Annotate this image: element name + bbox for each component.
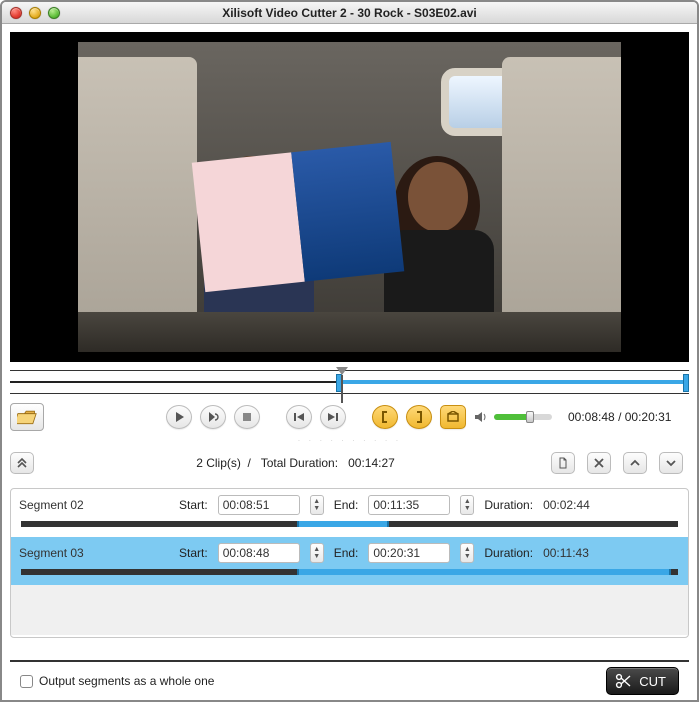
add-clip-icon <box>447 411 459 423</box>
open-file-button[interactable] <box>10 403 44 431</box>
bracket-end-icon <box>413 411 425 423</box>
segment-row[interactable]: Segment 03 Start: 00:08:48 ▲▼ End: 00:20:31 ▲▼… <box>11 537 688 585</box>
summary-text: 2 Clip(s) / Total Duration: 00:14:27 <box>40 456 551 470</box>
folder-open-icon <box>17 408 37 426</box>
selection-end-handle[interactable] <box>683 374 689 392</box>
start-time-input[interactable]: 00:08:51 <box>218 495 300 515</box>
start-label: Start: <box>179 498 208 512</box>
prev-icon <box>293 411 305 423</box>
list-new-button[interactable] <box>551 452 575 474</box>
prev-frame-button[interactable] <box>286 405 312 429</box>
end-time-input[interactable]: 00:20:31 <box>368 543 450 563</box>
timeline[interactable] <box>10 370 689 394</box>
footer-bar: Output segments as a whole one CUT <box>10 660 689 700</box>
next-frame-button[interactable] <box>320 405 346 429</box>
segment-name: Segment 02 <box>19 498 169 512</box>
segment-list: Segment 02 Start: 00:08:51 ▲▼ End: 00:11:35 ▲▼… <box>10 488 689 638</box>
position-time: 00:08:48 <box>568 410 615 424</box>
document-icon <box>557 457 569 469</box>
stop-button[interactable] <box>234 405 260 429</box>
cut-button[interactable]: CUT <box>606 667 679 695</box>
video-preview[interactable] <box>10 32 689 362</box>
end-label: End: <box>334 498 359 512</box>
total-time: 00:20:31 <box>625 410 672 424</box>
play-icon <box>173 411 185 423</box>
content-area: 00:08:48 / 00:20:31 · · · · · · · · · · … <box>2 24 697 700</box>
x-icon <box>593 457 605 469</box>
segment-row[interactable]: Segment 02 Start: 00:08:51 ▲▼ End: 00:11:35 ▲▼… <box>11 489 688 537</box>
title-bar: Xilisoft Video Cutter 2 - 30 Rock - S03E… <box>2 2 697 24</box>
play-loop-button[interactable] <box>200 405 226 429</box>
volume-icon <box>474 410 488 424</box>
volume-control[interactable] <box>474 410 552 424</box>
start-stepper[interactable]: ▲▼ <box>310 495 324 515</box>
stop-icon <box>241 411 253 423</box>
set-start-button[interactable] <box>372 405 398 429</box>
start-time-input[interactable]: 00:08:48 <box>218 543 300 563</box>
end-time-input[interactable]: 00:11:35 <box>368 495 450 515</box>
play-loop-icon <box>207 411 219 423</box>
duration-label: Duration: <box>484 498 533 512</box>
duration-value: 00:02:44 <box>543 498 590 512</box>
move-up-button[interactable] <box>623 452 647 474</box>
chevron-down-icon <box>665 457 677 469</box>
bracket-start-icon <box>379 411 391 423</box>
end-stepper[interactable]: ▲▼ <box>460 495 474 515</box>
clip-summary-bar: 2 Clip(s) / Total Duration: 00:14:27 <box>10 448 689 478</box>
scissors-icon <box>615 673 631 689</box>
window-title: Xilisoft Video Cutter 2 - 30 Rock - S03E… <box>2 6 697 20</box>
playback-controls: 00:08:48 / 00:20:31 <box>10 398 689 436</box>
segment-name: Segment 03 <box>19 546 169 560</box>
segment-bar[interactable] <box>21 569 678 575</box>
end-label: End: <box>334 546 359 560</box>
duration-value: 00:11:43 <box>543 546 589 560</box>
set-end-button[interactable] <box>406 405 432 429</box>
timecode: 00:08:48 / 00:20:31 <box>568 410 671 424</box>
chevron-up-icon <box>629 457 641 469</box>
next-icon <box>327 411 339 423</box>
start-stepper[interactable]: ▲▼ <box>310 543 324 563</box>
video-frame <box>78 42 621 352</box>
playhead[interactable] <box>336 367 348 375</box>
volume-knob[interactable] <box>526 411 534 423</box>
play-button[interactable] <box>166 405 192 429</box>
collapse-button[interactable] <box>10 452 34 474</box>
end-stepper[interactable]: ▲▼ <box>460 543 474 563</box>
new-clip-button[interactable] <box>440 405 466 429</box>
app-window: Xilisoft Video Cutter 2 - 30 Rock - S03E… <box>0 0 699 702</box>
cut-button-label: CUT <box>639 674 666 689</box>
output-whole-checkbox[interactable] <box>20 675 33 688</box>
volume-slider[interactable] <box>494 414 552 420</box>
drag-handle-dots[interactable]: · · · · · · · · · · <box>10 436 689 446</box>
duration-label: Duration: <box>484 546 533 560</box>
move-down-button[interactable] <box>659 452 683 474</box>
delete-clip-button[interactable] <box>587 452 611 474</box>
chevron-up-double-icon <box>16 457 28 469</box>
segment-bar[interactable] <box>21 521 678 527</box>
output-whole-label: Output segments as a whole one <box>39 674 214 688</box>
start-label: Start: <box>179 546 208 560</box>
